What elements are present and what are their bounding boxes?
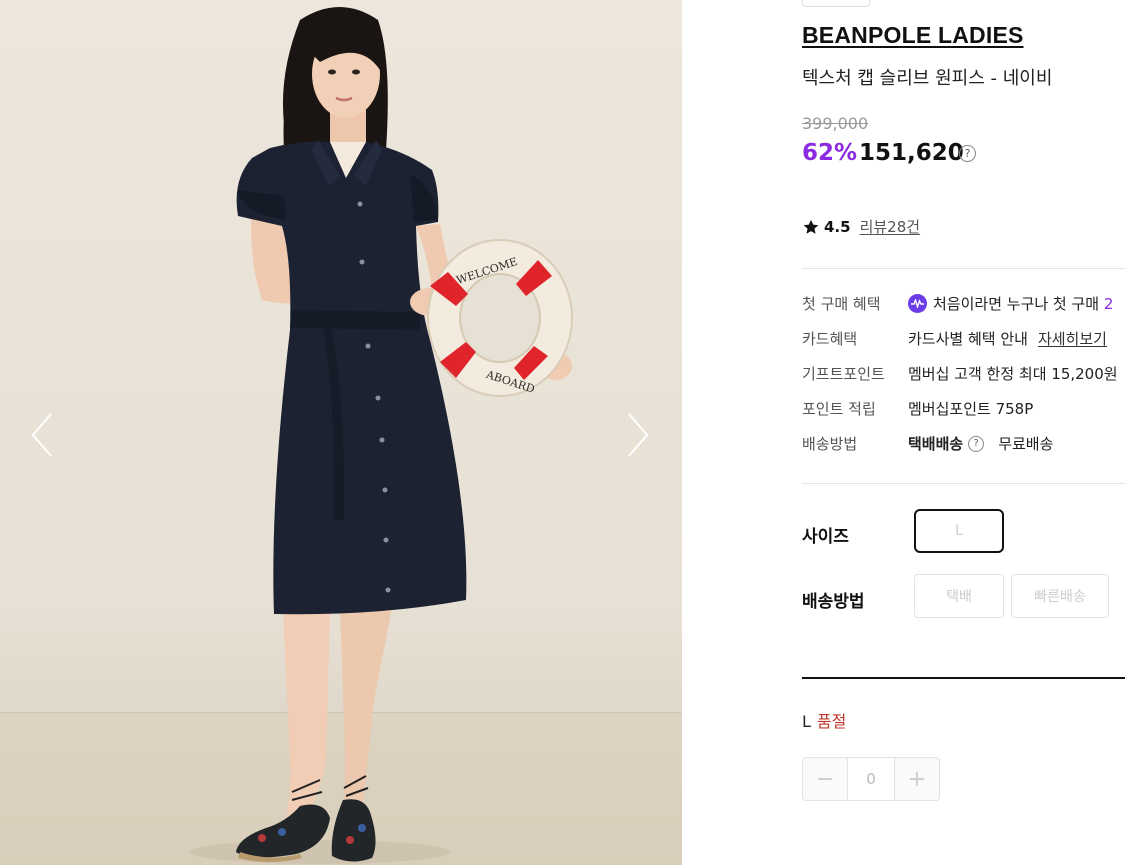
brand-name-link[interactable]: BEANPOLE LADIES <box>802 22 1024 49</box>
shipping-method-text: 택배배송 <box>908 435 964 453</box>
selected-option-summary: L 품절 <box>802 708 846 732</box>
free-shipping-text: 무료배송 <box>998 435 1054 453</box>
divider <box>802 268 1125 269</box>
benefit-label: 포인트 적립 <box>802 400 876 418</box>
price-help-icon[interactable]: ? <box>959 145 976 162</box>
shipping-option-fast[interactable]: 빠른배송 <box>1011 574 1109 618</box>
chevron-right-icon <box>628 413 649 457</box>
top-tag-chip <box>802 0 870 7</box>
benefit-value-text: 카드사별 혜택 안내 <box>908 330 1028 348</box>
benefit-label: 기프트포인트 <box>802 365 885 383</box>
soldout-badge: 품절 <box>816 712 847 731</box>
product-title: 텍스처 캡 슬리브 원피스 - 네이비 <box>802 68 1053 89</box>
original-price: 399,000 <box>802 114 869 133</box>
shipping-option-parcel[interactable]: 택배 <box>914 574 1004 618</box>
benefit-label: 카드혜택 <box>802 330 858 348</box>
selected-size-text: L <box>802 712 811 731</box>
card-benefit-details-link[interactable]: 자세히보기 <box>1038 328 1107 349</box>
model-photo: WELCOME ABOARD <box>190 7 573 864</box>
benefit-value-text: 멤버십포인트 758P <box>908 400 1034 418</box>
coupon-icon <box>908 294 927 313</box>
size-option-label: 사이즈 <box>802 527 849 547</box>
product-info-panel: BEANPOLE LADIES 텍스처 캡 슬리브 원피스 - 네이비 399,… <box>682 0 1125 865</box>
shipping-option-label: 배송방법 <box>802 592 865 612</box>
benefit-value: 처음이라면 누구나 첫 구매 2 <box>908 293 1113 314</box>
review-count-link[interactable]: 리뷰28건 <box>860 216 921 237</box>
quantity-stepper: − 0 + <box>802 757 940 801</box>
product-image-gallery: WELCOME ABOARD <box>0 0 682 865</box>
star-icon <box>803 219 819 234</box>
previous-image-button[interactable] <box>22 410 62 460</box>
lifebuoy: WELCOME ABOARD <box>427 239 573 397</box>
benefit-label: 첫 구매 혜택 <box>802 295 881 313</box>
benefit-value-text: 처음이라면 누구나 첫 구매 <box>933 295 1100 313</box>
shipping-help-icon[interactable]: ? <box>968 435 985 452</box>
benefit-value: 택배배송 ? 무료배송 <box>908 433 1053 454</box>
divider <box>802 483 1125 484</box>
benefit-label: 배송방법 <box>802 435 858 453</box>
quantity-value[interactable]: 0 <box>847 758 895 800</box>
discount-rate: 62% <box>802 140 858 166</box>
rating-summary: 4.5 리뷰28건 <box>802 216 920 237</box>
sale-price: 151,620 <box>859 140 964 166</box>
next-image-button[interactable] <box>618 410 658 460</box>
benefit-value: 카드사별 혜택 안내 자세히보기 <box>908 328 1107 349</box>
benefit-value-text: 멤버십 고객 한정 최대 15,200원 <box>908 365 1118 383</box>
quantity-decrease-button[interactable]: − <box>803 758 847 800</box>
benefit-accent-text: 2 <box>1103 294 1114 313</box>
chevron-left-icon <box>31 413 52 457</box>
size-option-l[interactable]: L <box>914 509 1004 553</box>
quantity-increase-button[interactable]: + <box>895 758 939 800</box>
rating-score: 4.5 <box>824 217 851 236</box>
section-divider <box>802 677 1125 679</box>
